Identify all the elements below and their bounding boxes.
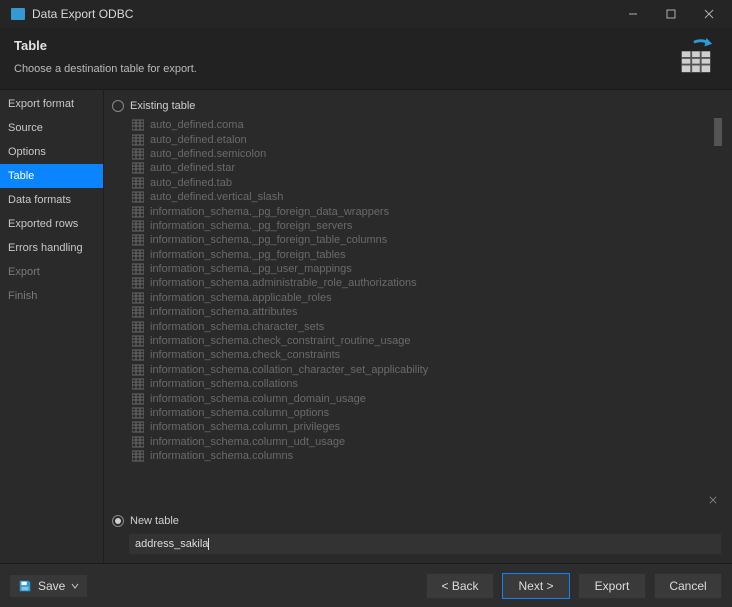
existing-table-label: Existing table — [130, 100, 195, 112]
close-button[interactable] — [690, 0, 728, 28]
new-table-label: New table — [130, 515, 179, 527]
table-name: information_schema.collation_character_s… — [150, 364, 428, 376]
wizard-footer: Save < Back Next > Export Cancel — [0, 563, 732, 607]
table-name: auto_defined.tab — [150, 177, 232, 189]
table-name: information_schema.column_privileges — [150, 421, 340, 433]
table-row[interactable]: auto_defined.vertical_slash — [128, 190, 714, 204]
table-row[interactable]: auto_defined.coma — [128, 118, 714, 132]
table-row[interactable]: information_schema._pg_foreign_servers — [128, 219, 714, 233]
table-row[interactable]: auto_defined.tab — [128, 176, 714, 190]
content-panel: Existing table auto_defined.comaauto_def… — [104, 90, 732, 563]
table-name: information_schema.check_constraint_rout… — [150, 335, 411, 347]
list-close-icon[interactable] — [706, 493, 720, 507]
table-name: auto_defined.semicolon — [150, 148, 266, 160]
table-name: auto_defined.vertical_slash — [150, 191, 283, 203]
table-name: information_schema.applicable_roles — [150, 292, 332, 304]
chevron-down-icon — [71, 582, 79, 590]
existing-table-list-container: auto_defined.coma auto_defined.etalonauto… — [128, 118, 722, 509]
table-name: information_schema._pg_user_mappings — [150, 263, 352, 275]
table-row[interactable]: information_schema._pg_foreign_tables — [128, 248, 714, 262]
new-table-radio[interactable]: New table — [112, 515, 722, 527]
save-label: Save — [38, 579, 65, 593]
table-name: auto_defined.coma — [150, 119, 244, 131]
table-row[interactable]: information_schema.column_options — [128, 406, 714, 420]
existing-table-list[interactable]: auto_defined.coma auto_defined.etalonauto… — [128, 118, 722, 509]
table-name: information_schema.character_sets — [150, 321, 324, 333]
table-row[interactable]: auto_defined.star — [128, 161, 714, 175]
table-name: information_schema._pg_foreign_servers — [150, 220, 352, 232]
table-name: auto_defined.etalon — [150, 134, 247, 146]
back-button[interactable]: < Back — [426, 573, 494, 599]
sidebar-item-finish[interactable]: Finish — [0, 284, 103, 308]
sidebar-item-table[interactable]: Table — [0, 164, 103, 188]
titlebar: Data Export ODBC — [0, 0, 732, 28]
table-row[interactable]: information_schema.column_privileges — [128, 420, 714, 434]
table-row[interactable]: information_schema.applicable_roles — [128, 291, 714, 305]
table-row[interactable]: information_schema.attributes — [128, 305, 714, 319]
table-name: auto_defined.star — [150, 162, 235, 174]
window-title: Data Export ODBC — [32, 7, 614, 21]
main-area: Export formatSourceOptionsTableData form… — [0, 90, 732, 563]
table-name: information_schema.collations — [150, 378, 298, 390]
sidebar-item-options[interactable]: Options — [0, 140, 103, 164]
table-name: information_schema._pg_foreign_table_col… — [150, 234, 387, 246]
sidebar-item-export[interactable]: Export — [0, 260, 103, 284]
save-icon — [18, 579, 32, 593]
sidebar-item-source[interactable]: Source — [0, 116, 103, 140]
table-row[interactable]: information_schema._pg_foreign_data_wrap… — [128, 204, 714, 218]
table-row[interactable]: information_schema.check_constraint_rout… — [128, 334, 714, 348]
new-table-input[interactable]: address_sakila — [128, 533, 722, 555]
table-name: information_schema._pg_foreign_data_wrap… — [150, 206, 389, 218]
table-name: information_schema.administrable_role_au… — [150, 277, 417, 289]
save-button[interactable]: Save — [10, 575, 87, 597]
export-table-icon — [676, 38, 714, 76]
table-name: information_schema._pg_foreign_tables — [150, 249, 346, 261]
table-name: information_schema.column_options — [150, 407, 329, 419]
table-row[interactable]: information_schema.collation_character_s… — [128, 363, 714, 377]
page-title: Table — [14, 38, 718, 53]
table-name: information_schema.columns — [150, 450, 293, 462]
table-name: information_schema.column_udt_usage — [150, 436, 345, 448]
export-button[interactable]: Export — [578, 573, 646, 599]
sidebar-item-data-formats[interactable]: Data formats — [0, 188, 103, 212]
maximize-button[interactable] — [652, 0, 690, 28]
table-row[interactable]: auto_defined.semicolon — [128, 147, 714, 161]
wizard-header: Table Choose a destination table for exp… — [0, 28, 732, 90]
table-row[interactable]: information_schema._pg_foreign_table_col… — [128, 233, 714, 247]
wizard-sidebar: Export formatSourceOptionsTableData form… — [0, 90, 104, 563]
table-row[interactable]: information_schema.collations — [128, 377, 714, 391]
table-name: information_schema.column_domain_usage — [150, 393, 366, 405]
minimize-button[interactable] — [614, 0, 652, 28]
table-row[interactable]: information_schema.check_constraints — [128, 348, 714, 362]
sidebar-item-export-format[interactable]: Export format — [0, 92, 103, 116]
table-name: information_schema.attributes — [150, 306, 297, 318]
next-button[interactable]: Next > — [502, 573, 570, 599]
table-row[interactable]: information_schema.columns — [128, 449, 714, 463]
table-row[interactable]: information_schema._pg_user_mappings — [128, 262, 714, 276]
table-row[interactable]: information_schema.administrable_role_au… — [128, 276, 714, 290]
page-subtitle: Choose a destination table for export. — [14, 63, 718, 75]
sidebar-item-exported-rows[interactable]: Exported rows — [0, 212, 103, 236]
existing-table-radio[interactable]: Existing table — [112, 100, 722, 112]
table-row[interactable]: information_schema.character_sets — [128, 319, 714, 333]
table-row[interactable]: information_schema.column_udt_usage — [128, 435, 714, 449]
scroll-thumb[interactable] — [714, 118, 722, 146]
sidebar-item-errors-handling[interactable]: Errors handling — [0, 236, 103, 260]
cancel-button[interactable]: Cancel — [654, 573, 722, 599]
table-row[interactable]: information_schema.column_domain_usage — [128, 391, 714, 405]
table-row[interactable]: auto_defined.etalon — [128, 132, 714, 146]
app-icon — [10, 6, 26, 22]
table-name: information_schema.check_constraints — [150, 349, 340, 361]
table-list-scrollbar[interactable] — [714, 118, 722, 491]
